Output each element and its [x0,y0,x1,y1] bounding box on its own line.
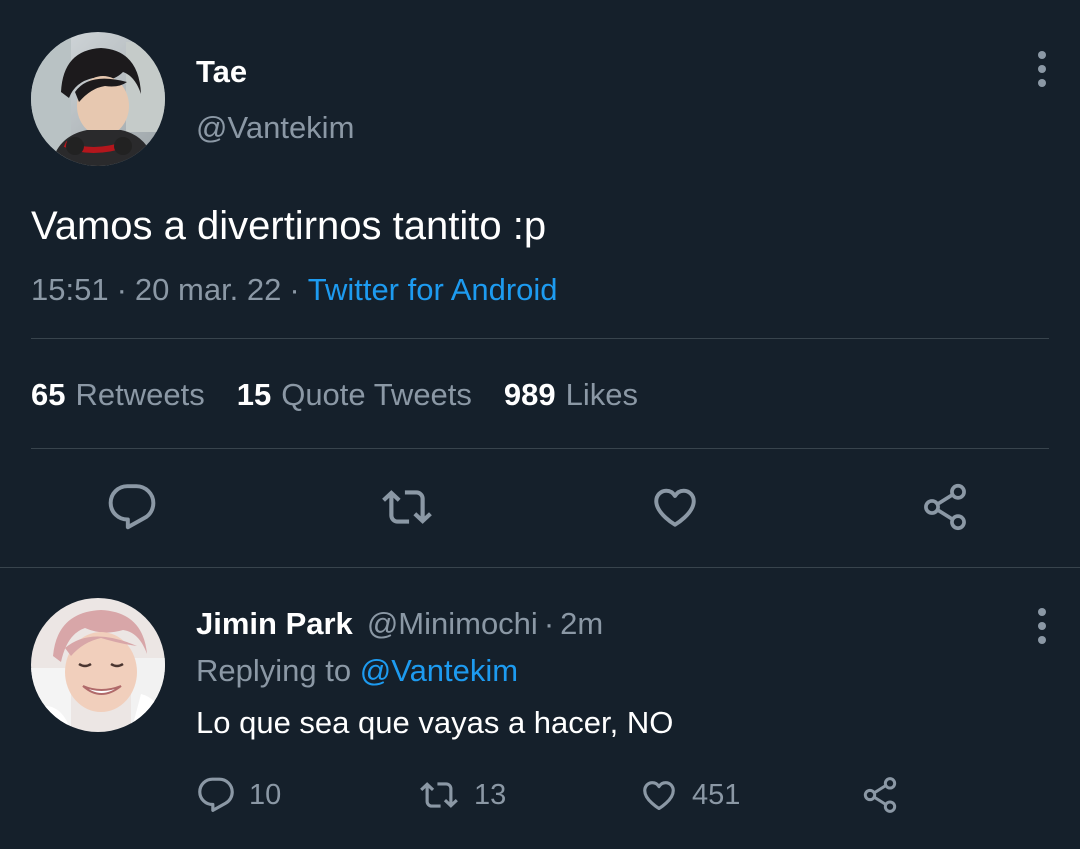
tae-avatar[interactable] [31,32,165,166]
meta-separator: · [289,272,300,307]
likes-count: 989 [503,377,556,412]
reply-icon [108,484,156,530]
replying-to: Replying to @Vantekim [196,652,518,690]
more-dot-icon [1038,65,1046,73]
reply-like-button[interactable]: 451 [640,774,740,816]
retweet-button[interactable] [379,482,435,532]
like-button[interactable] [650,482,700,532]
quotes-stat[interactable]: 15 Quote Tweets [237,376,472,414]
reply-separator: · [543,606,555,641]
quotes-count: 15 [236,377,272,412]
replying-to-mention[interactable]: @Vantekim [360,653,518,688]
tweet-text: Vamos a divertirnos tantito :p [31,204,547,248]
more-dot-icon [1038,622,1046,630]
reply-text: Lo que sea que vayas a hacer, NO [196,705,674,740]
jimin-avatar[interactable] [31,598,165,732]
tweet-time[interactable]: 15:51 [31,272,109,307]
divider [31,338,1049,339]
reply-time[interactable]: 2m [560,606,603,641]
more-dot-icon [1038,79,1046,87]
more-options-button[interactable] [1022,47,1062,91]
share-icon [924,483,966,531]
more-dot-icon [1038,636,1046,644]
reply-share-button[interactable] [860,774,900,816]
tweet-meta: 15:51 · 20 mar. 22 · Twitter for Android [31,271,558,309]
divider [31,448,1049,449]
reply-reply-button[interactable]: 10 [197,774,281,816]
replying-label: Replying to [196,653,352,688]
reply-more-options-button[interactable] [1022,604,1062,648]
reply-author-handle[interactable]: @Minimochi [367,606,538,641]
avatar-photo-icon [31,598,165,732]
author-name[interactable]: Tae [196,54,247,90]
quotes-label: Quote Tweets [281,377,472,412]
reply-count: 10 [249,778,282,811]
like-icon [643,781,675,811]
like-count: 451 [692,778,741,811]
likes-label: Likes [565,377,639,412]
section-divider [0,567,1080,568]
share-icon [863,777,897,813]
retweets-stat[interactable]: 65 Retweets [31,376,205,414]
share-button[interactable] [918,481,972,533]
likes-stat[interactable]: 989 Likes [504,376,638,414]
more-dot-icon [1038,608,1046,616]
retweets-label: Retweets [75,377,205,412]
author-handle[interactable]: @Vantekim [196,110,354,146]
more-dot-icon [1038,51,1046,59]
avatar-photo-icon [31,32,165,166]
retweet-count: 13 [474,778,507,811]
meta-separator: · [116,272,127,307]
tweet-stats: 65 Retweets 15 Quote Tweets 989 Likes [31,376,638,414]
reply-icon [198,777,234,812]
retweet-icon [382,490,432,524]
tweet-source-link[interactable]: Twitter for Android [308,272,558,307]
retweets-count: 65 [31,377,66,412]
retweet-icon [420,782,458,808]
reply-retweet-button[interactable]: 13 [418,774,506,816]
reply-header: Jimin Park @Minimochi · 2m [196,605,603,643]
like-icon [654,488,696,527]
reply-button[interactable] [107,482,157,532]
tweet-date[interactable]: 20 mar. 22 [135,272,281,307]
reply-author-name[interactable]: Jimin Park [196,606,353,641]
